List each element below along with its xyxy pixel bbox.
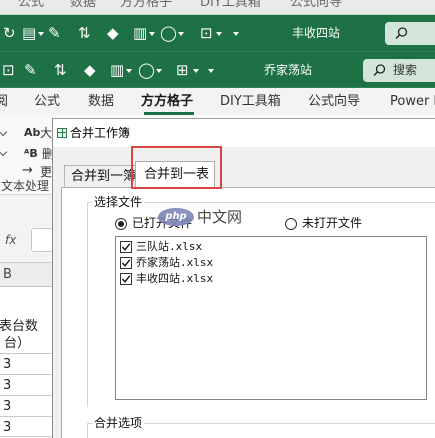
caret-down-icon[interactable]	[178, 32, 184, 36]
radio-opened-files[interactable]	[115, 218, 127, 230]
chart-icon[interactable]: ▥	[110, 60, 124, 80]
tab-data[interactable]: 数据	[88, 93, 114, 110]
cell-value[interactable]: 3	[3, 399, 11, 414]
radio-unopened-files-label[interactable]: 未打开文件	[302, 216, 362, 231]
file-checkbox[interactable]	[120, 241, 132, 253]
quick-access-toolbar-2: ⊡ ✎ ⇅ ◆ ▥ ◯ ⊞ 乔家荡站 搜索	[0, 52, 435, 88]
cell-header-line-1[interactable]: 表台数	[0, 319, 38, 334]
watermark-php-oval: php	[158, 208, 194, 226]
search-icon	[373, 64, 386, 77]
file-name[interactable]: 三队站.xlsx	[136, 240, 202, 254]
cell-header-line-2[interactable]: 台）	[4, 336, 30, 351]
more-commands-caret-icon[interactable]	[208, 69, 214, 73]
chart-icon[interactable]: ▥	[133, 23, 147, 43]
bg-tab-formulas[interactable]: 公式	[18, 0, 44, 11]
checkmark-icon	[121, 275, 131, 283]
workbook-name[interactable]: 丰收四站	[292, 25, 340, 41]
file-checkbox[interactable]	[120, 273, 132, 285]
cell-value[interactable]: 3	[3, 378, 11, 393]
search-placeholder: 搜索	[393, 63, 418, 77]
format-painter-icon[interactable]: ✎	[24, 60, 37, 80]
caret-down-icon[interactable]	[216, 32, 222, 36]
change-case-icon[interactable]: ᴬB	[24, 147, 38, 161]
tab-label: 合并到一表	[144, 167, 210, 182]
bg-tab-formula-wizard[interactable]: 公式向导	[290, 0, 342, 11]
refresh-icon[interactable]: ↻	[3, 23, 16, 43]
textbox-icon[interactable]: ⊡	[2, 60, 15, 80]
bg-tab-data[interactable]: 数据	[70, 0, 96, 11]
options-group-label: 合并选项	[92, 416, 145, 430]
quick-access-toolbar-1: ↻ ▤ ✎ ⇅ ◆ ▥ ◯ ⊡ 丰收四站	[0, 15, 435, 52]
caret-down-icon[interactable]	[149, 32, 155, 36]
tab-fangfang-gezi[interactable]: 方方格子	[141, 93, 193, 110]
gridline	[0, 416, 52, 417]
caret-down-icon[interactable]	[156, 69, 162, 73]
tab-merge-to-one-sheet[interactable]: 合并到一表	[135, 161, 215, 188]
more-commands-caret-icon[interactable]	[233, 32, 239, 36]
sort-icon[interactable]: ⇅	[78, 23, 91, 43]
workbook-name[interactable]: 乔家荡站	[264, 62, 312, 78]
shape-icon[interactable]: ◯	[160, 23, 177, 43]
gridline	[0, 374, 52, 375]
file-group-label: 选择文件	[92, 195, 145, 209]
background-window-tab-strip: 公式 数据 方方格子 DIY工具箱 公式向导	[0, 0, 435, 15]
checkmark-icon	[121, 259, 131, 267]
table-icon[interactable]: ⊞	[176, 60, 189, 80]
sort-icon[interactable]: ⇅	[54, 60, 67, 80]
file-listbox[interactable]: 三队站.xlsx 乔家荡站.xlsx 丰收四站.xlsx	[115, 236, 427, 400]
dialog-title: 合并工作簿	[70, 126, 131, 140]
search-box[interactable]: 搜索	[363, 59, 435, 82]
insert-function-button[interactable]: fx	[5, 233, 16, 247]
textbox-icon[interactable]: ⊡	[200, 23, 213, 43]
bg-tab-diy-toolbox[interactable]: DIY工具箱	[200, 0, 261, 11]
column-header: B	[0, 262, 52, 287]
column-header-b[interactable]: B	[3, 267, 12, 282]
watermark-logo: php 中文网	[158, 206, 264, 228]
ribbon-group-label: 文本处理	[1, 179, 50, 193]
paste-icon[interactable]: ▤	[22, 23, 36, 43]
format-painter-icon[interactable]: ✎	[48, 23, 61, 43]
file-name[interactable]: 丰收四站.xlsx	[136, 272, 213, 286]
shape-icon[interactable]: ◯	[138, 60, 155, 80]
dialog-title-bar[interactable]: 合并工作簿	[53, 119, 435, 147]
caret-down-icon[interactable]	[126, 69, 132, 73]
chevron-down-icon[interactable]	[0, 147, 8, 157]
gridline	[0, 395, 52, 396]
ribbon-item-label[interactable]: 大	[40, 126, 52, 140]
watermark-text: 中文网	[197, 208, 243, 226]
file-name[interactable]: 乔家荡站.xlsx	[136, 256, 213, 270]
tab-formulas[interactable]: 公式	[34, 93, 60, 110]
workbook-icon	[57, 128, 67, 138]
arrow-right-icon[interactable]: →	[22, 164, 33, 178]
sheet-cells: 表台数 台） 3 3 3 3	[0, 287, 52, 438]
cell-value[interactable]: 3	[3, 420, 11, 435]
ribbon-item-label[interactable]: 更	[40, 165, 52, 179]
search-box[interactable]	[385, 22, 435, 45]
fill-color-icon[interactable]: ◆	[107, 23, 119, 43]
tab-power-pivot[interactable]: Power P	[390, 93, 435, 110]
merge-workbook-dialog: 合并工作簿 合并到一簿 合并到一表 选择文件 已打开文件 未打开文件 三队站.x…	[52, 118, 435, 438]
gridline	[0, 436, 52, 437]
caret-down-icon[interactable]	[193, 69, 199, 73]
cell-value[interactable]: 3	[3, 357, 11, 372]
radio-unopened-files[interactable]	[285, 218, 297, 230]
chevron-down-icon[interactable]	[0, 127, 8, 137]
gridline	[0, 353, 52, 354]
caret-down-icon[interactable]	[38, 32, 44, 36]
tab-merge-to-one-workbook[interactable]: 合并到一簿	[64, 165, 140, 187]
ribbon-tab-bar: 阅 公式 数据 方方格子 DIY工具箱 公式向导 Power P	[0, 88, 435, 115]
fill-color-icon[interactable]: ◆	[84, 60, 96, 80]
file-checkbox[interactable]	[120, 257, 132, 269]
tab-review[interactable]: 阅	[0, 93, 8, 110]
tab-formula-wizard[interactable]: 公式向导	[308, 93, 360, 110]
bg-tab-fangfang-gezi[interactable]: 方方格子	[120, 0, 172, 11]
text-case-icon[interactable]: Ab	[24, 126, 40, 140]
tab-label: 合并到一簿	[71, 169, 137, 184]
search-icon	[395, 27, 408, 40]
checkmark-icon	[121, 243, 131, 251]
tab-diy-toolbox[interactable]: DIY工具箱	[220, 93, 281, 110]
